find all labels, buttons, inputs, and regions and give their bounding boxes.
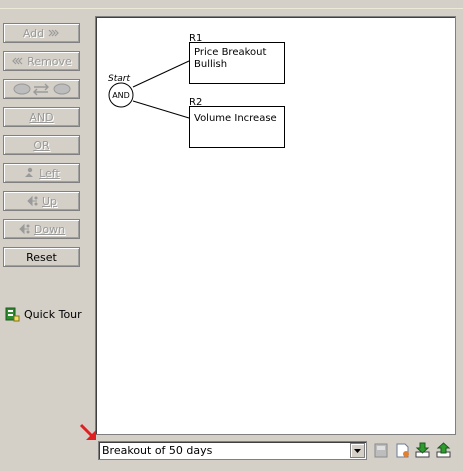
rule-text-r1-line1: Price Breakout <box>194 47 266 58</box>
remove-label: Remove <box>27 54 72 68</box>
chevron-down-icon[interactable] <box>350 443 365 458</box>
down-button[interactable]: Down <box>3 219 80 239</box>
rule-tree-diagram: Start AND R1 Price Breakout Bullish R2 V… <box>108 33 285 148</box>
swap-icon <box>13 83 70 96</box>
left-label: Left <box>39 166 60 180</box>
reset-label: Reset <box>26 250 57 264</box>
reset-button[interactable]: Reset <box>3 247 80 267</box>
scan-select-value: Breakout of 50 days <box>102 444 213 457</box>
rule-text-r1-line2: Bullish <box>194 59 227 70</box>
double-chevron-left-icon <box>12 57 23 65</box>
quick-tour-icon <box>5 307 20 322</box>
export-icon[interactable] <box>435 442 452 459</box>
rule-editor-toolbar: Add Remove AND OR Left Up Down Reset Qui… <box>0 10 82 471</box>
move-down-icon <box>19 223 30 235</box>
up-label: Up <box>41 194 58 208</box>
down-label: Down <box>33 222 66 236</box>
rule-node-r1[interactable]: R1 Price Breakout Bullish <box>189 33 285 84</box>
scan-select[interactable]: Breakout of 50 days <box>98 441 367 460</box>
swap-button[interactable] <box>3 79 80 99</box>
rule-canvas[interactable]: Start AND R1 Price Breakout Bullish R2 V… <box>95 16 456 435</box>
and-button[interactable]: AND <box>3 107 80 127</box>
or-button[interactable]: OR <box>3 135 80 155</box>
import-icon[interactable] <box>414 442 431 459</box>
connector-r1 <box>132 60 190 88</box>
left-button[interactable]: Left <box>3 163 80 183</box>
move-left-icon <box>25 167 34 177</box>
and-node[interactable]: AND <box>108 82 134 108</box>
add-button[interactable]: Add <box>3 23 80 43</box>
top-divider <box>0 0 463 9</box>
rule-node-r2[interactable]: R2 Volume Increase <box>189 97 285 148</box>
up-button[interactable]: Up <box>3 191 80 211</box>
double-chevron-right-icon <box>48 29 59 37</box>
bottom-toolbar: Breakout of 50 days <box>0 423 463 471</box>
quick-tour-link[interactable]: Quick Tour <box>5 307 82 322</box>
rule-text-r2-line1: Volume Increase <box>194 113 277 124</box>
remove-button[interactable]: Remove <box>3 51 80 71</box>
and-node-label: AND <box>112 91 130 100</box>
add-label: Add <box>22 26 45 40</box>
quick-tour-label: Quick Tour <box>24 308 82 321</box>
new-rule-icon[interactable] <box>394 442 411 459</box>
save-rule-icon[interactable] <box>373 442 390 459</box>
connector-r2 <box>132 100 190 119</box>
or-label: OR <box>33 138 50 152</box>
move-up-icon <box>27 195 38 207</box>
start-label: Start <box>108 74 130 84</box>
and-label: AND <box>29 110 54 124</box>
